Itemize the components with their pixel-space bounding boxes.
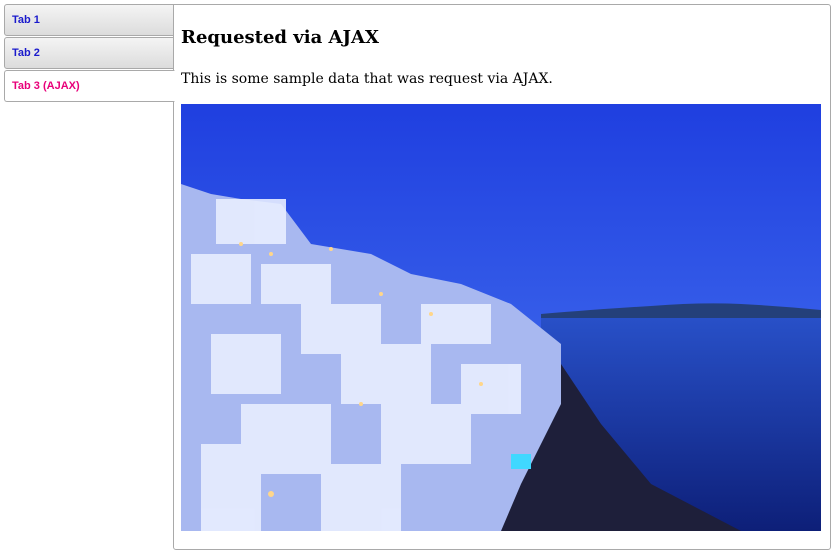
panel-text: This is some sample data that was reques… [181, 71, 553, 87]
tab-3-label: Tab 3 (AJAX) [12, 80, 80, 92]
tab-2-label: Tab 2 [12, 47, 40, 59]
panel-heading: Requested via AJAX [181, 27, 379, 48]
tab-1-label: Tab 1 [12, 14, 40, 26]
tab-1[interactable]: Tab 1 [4, 4, 174, 36]
santorini-photo [181, 104, 821, 531]
tab-panel: Requested via AJAX This is some sample d… [173, 4, 831, 550]
tab-list: Tab 1 Tab 2 Tab 3 (AJAX) [4, 4, 175, 103]
tab-2[interactable]: Tab 2 [4, 37, 174, 69]
tab-3-ajax[interactable]: Tab 3 (AJAX) [4, 70, 175, 102]
